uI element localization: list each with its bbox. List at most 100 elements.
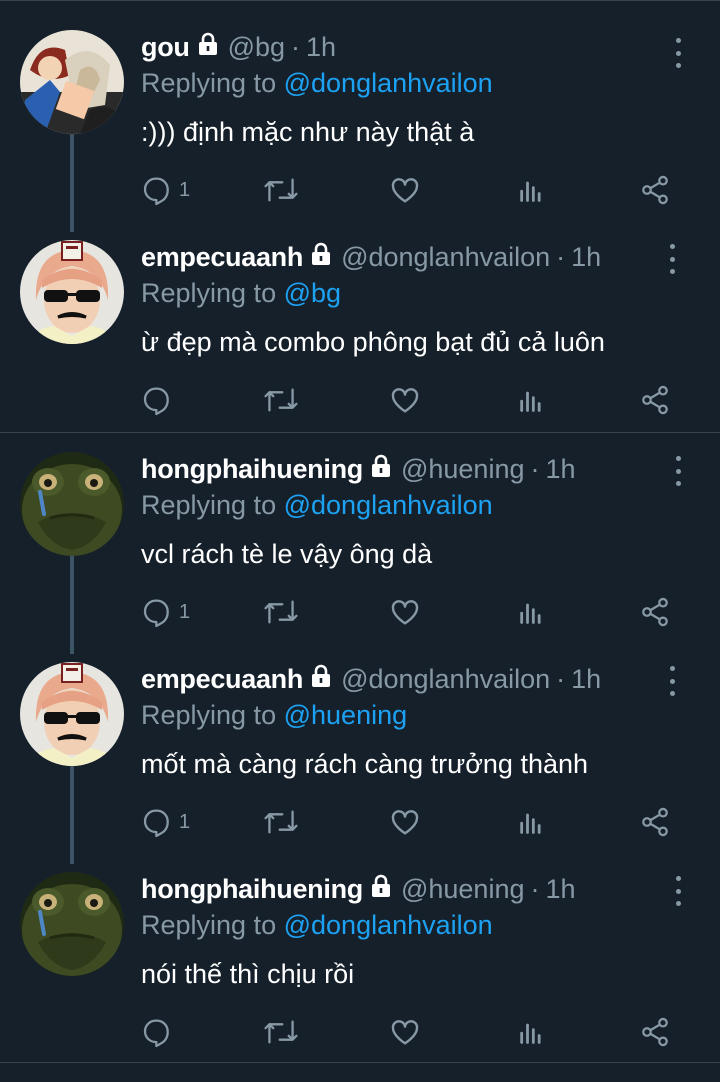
retweet-button[interactable]	[263, 592, 299, 632]
like-button[interactable]	[389, 592, 421, 632]
reply-button[interactable]: 1	[141, 592, 190, 632]
tweet-header: empecuaanh @donglanhvailon · 1h	[141, 240, 601, 274]
more-options-button[interactable]	[666, 38, 690, 68]
mention-link[interactable]: @donglanhvailon	[284, 490, 493, 520]
tweet[interactable]: hongphaihuening @huening · 1h Replying t…	[0, 872, 720, 1082]
mention-link[interactable]: @huening	[284, 700, 408, 730]
share-button[interactable]	[639, 1012, 671, 1052]
action-bar: 1	[141, 592, 681, 632]
timestamp[interactable]: 1h	[306, 30, 336, 64]
analytics-icon	[520, 181, 541, 202]
tweet-text: nói thế thì chịu rồi	[141, 959, 355, 989]
replying-to: Replying to @huening	[141, 698, 407, 732]
avatar[interactable]	[20, 240, 124, 344]
action-bar	[141, 380, 681, 420]
reply-icon	[143, 1019, 169, 1048]
timeline: gou @bg · 1h Replying to @donglanhvailon…	[0, 0, 720, 1076]
mention-link[interactable]: @donglanhvailon	[284, 68, 493, 98]
username[interactable]: @huening	[401, 872, 525, 906]
replying-to-label: Replying to	[141, 490, 277, 520]
timestamp[interactable]: 1h	[571, 240, 601, 274]
like-button[interactable]	[389, 802, 421, 842]
tweet[interactable]: gou @bg · 1h Replying to @donglanhvailon…	[0, 30, 720, 240]
avatar[interactable]	[20, 872, 124, 976]
reply-button[interactable]: 1	[141, 170, 190, 210]
reply-button[interactable]	[141, 1012, 179, 1052]
tweet-header: hongphaihuening @huening · 1h	[141, 452, 576, 486]
retweet-button[interactable]	[263, 1012, 299, 1052]
username[interactable]: @donglanhvailon	[341, 662, 550, 696]
timestamp[interactable]: 1h	[545, 452, 575, 486]
like-button[interactable]	[389, 380, 421, 420]
tweet-text: :))) định mặc như này thật à	[141, 117, 475, 147]
analytics-icon	[520, 603, 541, 624]
reply-icon	[143, 387, 169, 416]
conversation-thread: gou @bg · 1h Replying to @donglanhvailon…	[0, 0, 720, 433]
analytics-button[interactable]	[517, 1012, 545, 1052]
frog-avatar-image	[20, 452, 124, 556]
analytics-icon	[520, 813, 541, 834]
analytics-icon	[520, 391, 541, 412]
share-icon	[642, 175, 668, 205]
action-bar: 1	[141, 802, 681, 842]
retweet-icon	[264, 1020, 298, 1044]
share-button[interactable]	[639, 592, 671, 632]
avatar[interactable]	[20, 452, 124, 556]
username[interactable]: @huening	[401, 452, 525, 486]
replying-to: Replying to @bg	[141, 276, 341, 310]
timestamp[interactable]: 1h	[545, 872, 575, 906]
reply-button[interactable]	[141, 380, 179, 420]
more-options-button[interactable]	[666, 456, 690, 486]
timestamp[interactable]: 1h	[571, 662, 601, 696]
retweet-button[interactable]	[263, 380, 299, 420]
replying-to-label: Replying to	[141, 910, 277, 940]
more-options-button[interactable]	[660, 244, 684, 274]
lock-icon	[196, 30, 220, 64]
username[interactable]: @bg	[228, 30, 285, 64]
reply-icon	[143, 599, 169, 628]
action-bar	[141, 1012, 681, 1052]
analytics-icon	[520, 1023, 541, 1044]
retweet-button[interactable]	[263, 802, 299, 842]
share-icon	[642, 807, 668, 837]
share-button[interactable]	[639, 380, 671, 420]
display-name[interactable]: empecuaanh	[141, 662, 303, 696]
more-options-button[interactable]	[660, 666, 684, 696]
like-button[interactable]	[389, 1012, 421, 1052]
analytics-button[interactable]	[517, 380, 545, 420]
replying-to: Replying to @donglanhvailon	[141, 66, 493, 100]
display-name[interactable]: empecuaanh	[141, 240, 303, 274]
share-button[interactable]	[639, 802, 671, 842]
display-name[interactable]: hongphaihuening	[141, 872, 363, 906]
more-options-button[interactable]	[666, 876, 690, 906]
like-button[interactable]	[389, 170, 421, 210]
mention-link[interactable]: @donglanhvailon	[284, 910, 493, 940]
conversation-thread: hongphaihuening @huening · 1h Replying t…	[0, 432, 720, 1063]
tweet-text: mốt mà càng rách càng trưởng thành	[141, 749, 589, 779]
analytics-button[interactable]	[517, 170, 545, 210]
display-name[interactable]: gou	[141, 30, 190, 64]
replying-to-label: Replying to	[141, 278, 277, 308]
avatar[interactable]	[20, 30, 124, 134]
analytics-button[interactable]	[517, 592, 545, 632]
tweet[interactable]: hongphaihuening @huening · 1h Replying t…	[0, 452, 720, 662]
retweet-icon	[264, 600, 298, 624]
action-bar: 1	[141, 170, 681, 210]
analytics-button[interactable]	[517, 802, 545, 842]
tweet[interactable]: empecuaanh @donglanhvailon · 1h Replying…	[0, 662, 720, 872]
retweet-button[interactable]	[263, 170, 299, 210]
replying-to: Replying to @donglanhvailon	[141, 908, 493, 942]
heart-icon	[391, 1020, 419, 1045]
display-name[interactable]: hongphaihuening	[141, 452, 363, 486]
share-button[interactable]	[639, 170, 671, 210]
retweet-icon	[264, 388, 298, 412]
mention-link[interactable]: @bg	[284, 278, 341, 308]
username[interactable]: @donglanhvailon	[341, 240, 550, 274]
tweet[interactable]: empecuaanh @donglanhvailon · 1h Replying…	[0, 240, 720, 450]
separator-dot: ·	[291, 32, 301, 62]
avatar[interactable]	[20, 662, 124, 766]
reply-button[interactable]: 1	[141, 802, 190, 842]
separator-dot: ·	[556, 664, 566, 694]
separator-dot: ·	[530, 874, 540, 904]
heart-icon	[391, 388, 419, 413]
